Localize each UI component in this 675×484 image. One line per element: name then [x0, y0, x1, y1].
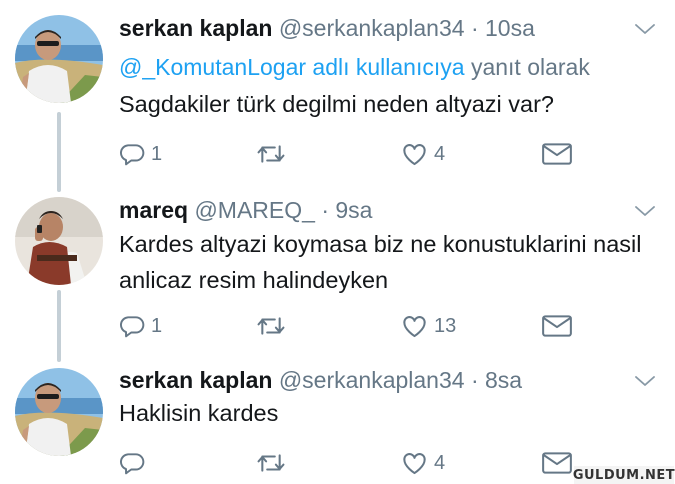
tweet-actions: 1 13 [119, 311, 579, 341]
tweet-2[interactable]: mareq @MAREQ_ · 9sa Kardes altyazi koyma… [0, 190, 675, 360]
reply-button[interactable]: 1 [119, 311, 162, 341]
envelope-icon [541, 450, 573, 476]
tweet-actions: 1 4 [119, 139, 579, 169]
beach-portrait-avatar-icon [15, 15, 103, 103]
author-name[interactable]: serkan kaplan [119, 367, 272, 393]
chevron-down-icon[interactable] [634, 22, 656, 36]
tweet-text: Haklisin kardes [119, 400, 279, 426]
like-button[interactable]: 4 [401, 448, 445, 478]
watermark: GULDUM.NET [572, 466, 675, 484]
dm-button[interactable] [541, 311, 573, 341]
author-name[interactable]: mareq [119, 197, 188, 223]
beach-portrait-avatar-icon [15, 368, 103, 456]
reply-mention-link[interactable]: @_KomutanLogar adlı kullanıcıya [119, 54, 465, 80]
chevron-down-icon[interactable] [634, 374, 656, 388]
reply-suffix: yanıt olarak [470, 54, 590, 80]
retweet-icon [255, 450, 287, 476]
reply-icon [119, 450, 145, 476]
retweet-button[interactable] [255, 139, 293, 169]
heart-icon [401, 313, 428, 340]
tweet-text: Sagdakiler türk degilmi neden altyazi va… [119, 91, 554, 117]
retweet-button[interactable] [255, 311, 293, 341]
chevron-down-icon[interactable] [634, 204, 656, 218]
man-on-phone-avatar-icon [15, 197, 103, 285]
separator-dot: · [470, 15, 479, 41]
reply-icon [119, 141, 145, 167]
tweet-header: mareq @MAREQ_ · 9sa [119, 195, 372, 225]
tweet-time[interactable]: 9sa [335, 197, 372, 223]
dm-button[interactable] [541, 448, 573, 478]
separator-dot: · [470, 367, 479, 393]
heart-icon [401, 141, 428, 168]
author-handle[interactable]: @serkankaplan34 [279, 367, 465, 393]
dm-button[interactable] [541, 139, 573, 169]
tweet-header: serkan kaplan @serkankaplan34 · 10sa [119, 13, 535, 43]
like-count: 4 [434, 142, 446, 165]
author-name[interactable]: serkan kaplan [119, 15, 272, 41]
avatar[interactable] [15, 197, 103, 285]
tweet-1[interactable]: serkan kaplan @serkankaplan34 · 10sa @_K… [0, 0, 675, 190]
avatar[interactable] [15, 15, 103, 103]
tweet-time[interactable]: 10sa [485, 15, 535, 41]
like-count: 4 [434, 451, 446, 474]
retweet-button[interactable] [255, 448, 293, 478]
avatar[interactable] [15, 368, 103, 456]
tweet-time[interactable]: 8sa [485, 367, 522, 393]
reply-button[interactable]: 1 [119, 139, 162, 169]
tweet-text: Kardes altyazi koymasa biz ne konustukla… [119, 231, 642, 293]
reply-count: 1 [151, 314, 163, 337]
envelope-icon [541, 141, 573, 167]
heart-icon [401, 450, 428, 477]
like-button[interactable]: 13 [401, 311, 456, 341]
author-handle[interactable]: @serkankaplan34 [279, 15, 465, 41]
retweet-icon [255, 313, 287, 339]
reply-button[interactable] [119, 448, 151, 478]
replying-to: @_KomutanLogar adlı kullanıcıya yanıt ol… [119, 52, 590, 82]
like-count: 13 [434, 314, 457, 337]
author-handle[interactable]: @MAREQ_ [194, 197, 314, 223]
tweet-actions: 4 [119, 448, 579, 478]
separator-dot: · [321, 197, 329, 223]
reply-icon [119, 313, 145, 339]
tweet-header: serkan kaplan @serkankaplan34 · 8sa [119, 365, 522, 395]
retweet-icon [255, 141, 287, 167]
reply-count: 1 [151, 142, 163, 165]
like-button[interactable]: 4 [401, 139, 445, 169]
envelope-icon [541, 313, 573, 339]
